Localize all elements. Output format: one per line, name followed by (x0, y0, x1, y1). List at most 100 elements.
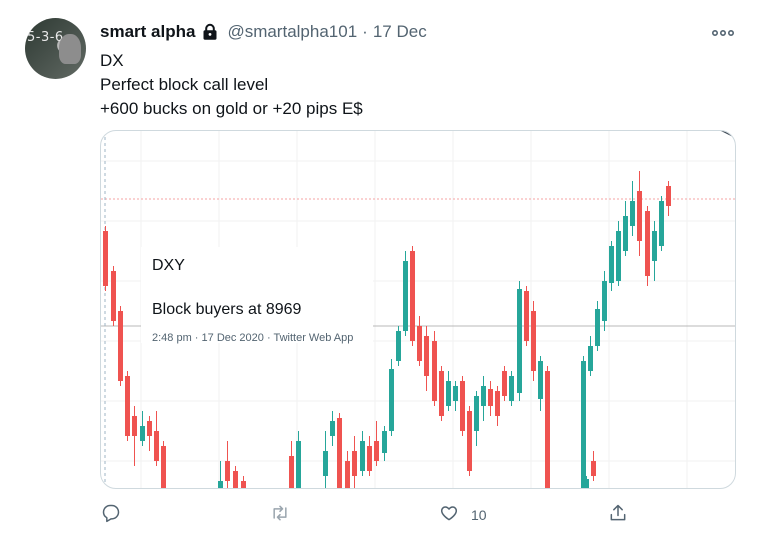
candle-body (147, 421, 152, 436)
candle-body (389, 369, 394, 431)
more-icon[interactable] (711, 26, 735, 38)
tweet-header: smart alpha @smartalpha101 · 17 Dec (100, 20, 427, 44)
candlestick (495, 386, 500, 426)
tweet-date[interactable]: 17 Dec (373, 22, 427, 42)
candlestick (481, 376, 486, 421)
candlestick (367, 436, 372, 476)
candlestick (591, 451, 596, 481)
candlestick (225, 441, 230, 488)
display-name[interactable]: smart alpha (100, 22, 195, 42)
candle-body (460, 381, 465, 431)
candle-body (241, 481, 246, 488)
candle-body (225, 461, 230, 481)
candlestick (118, 306, 123, 386)
candle-body (623, 216, 628, 251)
candle-body (118, 311, 123, 381)
candlestick (424, 326, 429, 391)
candlestick (488, 381, 493, 416)
candle-body (595, 309, 600, 346)
candlestick (432, 331, 437, 406)
tweet-line: +600 bucks on gold or +20 pips E$ (100, 99, 363, 118)
candle-body (509, 376, 514, 401)
candlestick (588, 336, 593, 376)
candlestick (502, 366, 507, 401)
retweet-button[interactable] (270, 500, 302, 530)
candle-body (467, 411, 472, 471)
candlestick (602, 271, 607, 331)
user-handle[interactable]: @smartalpha101 (227, 22, 357, 42)
candle-body (111, 271, 116, 321)
candlestick (637, 171, 642, 256)
tweet-media-image[interactable]: DXY Block buyers at 8969 2:48 pm · 17 De… (100, 130, 736, 489)
candlestick (460, 376, 465, 436)
candle-body (382, 431, 387, 453)
avatar[interactable]: 5-3-6 (25, 18, 86, 79)
candle-body (352, 451, 357, 476)
tweet-actions: 10 (0, 500, 757, 530)
candlestick (417, 316, 422, 366)
candlestick (289, 441, 294, 488)
candlestick (509, 371, 514, 406)
candlestick (241, 476, 246, 488)
share-button[interactable] (608, 500, 640, 530)
embedded-tweet-meta: 2:48 pm · 17 Dec 2020 · Twitter Web App (152, 332, 354, 344)
like-icon (439, 503, 459, 528)
candle-body (609, 246, 614, 283)
candlestick (531, 301, 536, 381)
candle-body (103, 231, 108, 286)
reply-button[interactable] (101, 500, 133, 530)
candle-body (360, 441, 365, 471)
candle-body (453, 386, 458, 401)
like-button[interactable]: 10 (439, 500, 487, 530)
candle-body (417, 326, 422, 361)
candlestick (389, 359, 394, 436)
candle-body (337, 418, 342, 488)
avatar-text: 5-3-6 (27, 30, 64, 45)
candlestick (652, 221, 657, 281)
embedded-tweet-card: DXY Block buyers at 8969 2:48 pm · 17 De… (141, 247, 373, 344)
share-icon (608, 503, 628, 528)
candlestick (154, 411, 159, 466)
candlestick (666, 181, 671, 216)
embedded-tweet-title: DXY (152, 257, 185, 274)
candle-body (524, 291, 529, 341)
candle-body (289, 456, 294, 488)
candle-body (424, 336, 429, 376)
candle-body (488, 389, 493, 406)
candle-body (581, 361, 586, 488)
candle-body (446, 381, 451, 406)
candlestick (645, 206, 650, 286)
candlestick (125, 371, 130, 441)
candle-body (233, 471, 238, 488)
candlestick (609, 241, 614, 291)
candlestick (467, 406, 472, 476)
candlestick (132, 406, 137, 466)
candlestick (337, 413, 342, 488)
candlestick (103, 226, 108, 291)
candle-body (637, 191, 642, 241)
candlestick (396, 326, 401, 366)
candlestick (323, 431, 328, 488)
candle-body (132, 416, 137, 436)
candle-body (545, 371, 550, 488)
candle-body (410, 251, 415, 341)
candle-body (659, 201, 664, 246)
candle-body (140, 426, 145, 441)
candlestick (161, 441, 166, 488)
candle-body (374, 441, 379, 461)
candlestick (517, 281, 522, 401)
candlestick (446, 371, 451, 411)
candlestick (352, 436, 357, 488)
candle-body (666, 186, 671, 206)
candle-body (645, 211, 650, 276)
candlestick (360, 431, 365, 476)
candle-body (323, 451, 328, 476)
candle-body (531, 311, 536, 371)
lock-icon (201, 23, 219, 41)
candle-body (591, 461, 596, 476)
candlestick (595, 301, 600, 351)
tweet: 5-3-6 smart alpha @smartalpha101 · 17 De… (0, 0, 757, 536)
candle-body (403, 261, 408, 331)
embedded-tweet-text: Block buyers at 8969 (152, 301, 302, 318)
candlestick (659, 196, 664, 251)
